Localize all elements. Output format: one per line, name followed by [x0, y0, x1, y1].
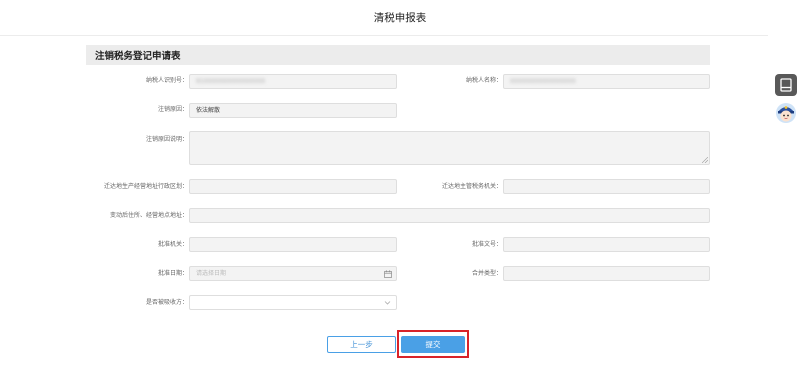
relocation-tax-authority-field[interactable] [503, 179, 710, 194]
submit-highlight-frame: 提交 [397, 330, 469, 358]
prev-step-button[interactable]: 上一步 [327, 336, 396, 353]
taxpayer-name-label: 纳税人名称： [465, 77, 502, 84]
cancel-reason-field[interactable]: 依法解散 [189, 103, 397, 118]
sidebar-window-button[interactable] [775, 74, 797, 96]
relocation-district-label: 迁达地生产经营地址行政区划： [103, 183, 188, 190]
approval-date-placeholder: 请选择日期 [196, 270, 227, 277]
taxpayer-id-value: 91XXXXXXXXXXXXXXX [196, 78, 266, 85]
approval-date-picker[interactable]: 请选择日期 [189, 266, 397, 281]
taxpayer-id-label: 纳税人识别号： [145, 77, 188, 84]
resize-handle-icon[interactable] [702, 157, 708, 163]
window-icon [780, 78, 792, 92]
approval-doc-no-label: 批准文号： [471, 241, 502, 248]
new-address-field[interactable] [189, 208, 710, 223]
section-title: 注销税务登记申请表 [95, 51, 181, 62]
chevron-down-icon [384, 301, 391, 305]
side-rail [768, 0, 800, 368]
approving-authority-label: 批准机关： [157, 241, 188, 248]
relocation-tax-authority-label: 迁达地主管税务机关： [441, 183, 502, 190]
reason-explain-label: 注销原因说明： [145, 136, 188, 143]
approving-authority-field[interactable] [189, 237, 397, 252]
page-title: 清税申报表 [373, 12, 427, 24]
cancel-reason-label: 注销原因： [157, 106, 188, 113]
relocation-district-field[interactable] [189, 179, 397, 194]
is-absorbing-party-label: 是否被吸收方： [145, 299, 188, 306]
approval-date-label: 批准日期： [157, 270, 188, 277]
reason-explain-textarea[interactable] [189, 131, 710, 165]
taxpayer-name-value: XXXXXXXXXXXXXXXX [510, 78, 576, 85]
section-header: 注销税务登记申请表 [86, 45, 710, 65]
merger-type-field[interactable] [503, 266, 710, 281]
merger-type-label: 合并类型： [471, 270, 502, 277]
new-address-label: 变动后住所、经营地点地址： [109, 212, 188, 219]
submit-button[interactable]: 提交 [401, 336, 465, 353]
taxpayer-name-field[interactable]: XXXXXXXXXXXXXXXX [503, 74, 710, 89]
cancel-reason-value: 依法解散 [196, 107, 221, 114]
calendar-icon[interactable] [384, 270, 392, 278]
taxpayer-id-field[interactable]: 91XXXXXXXXXXXXXXX [189, 74, 397, 89]
assistant-avatar-icon[interactable] [775, 102, 797, 124]
approval-doc-no-field[interactable] [503, 237, 710, 252]
title-divider [0, 35, 768, 36]
is-absorbing-party-select[interactable] [189, 295, 397, 310]
